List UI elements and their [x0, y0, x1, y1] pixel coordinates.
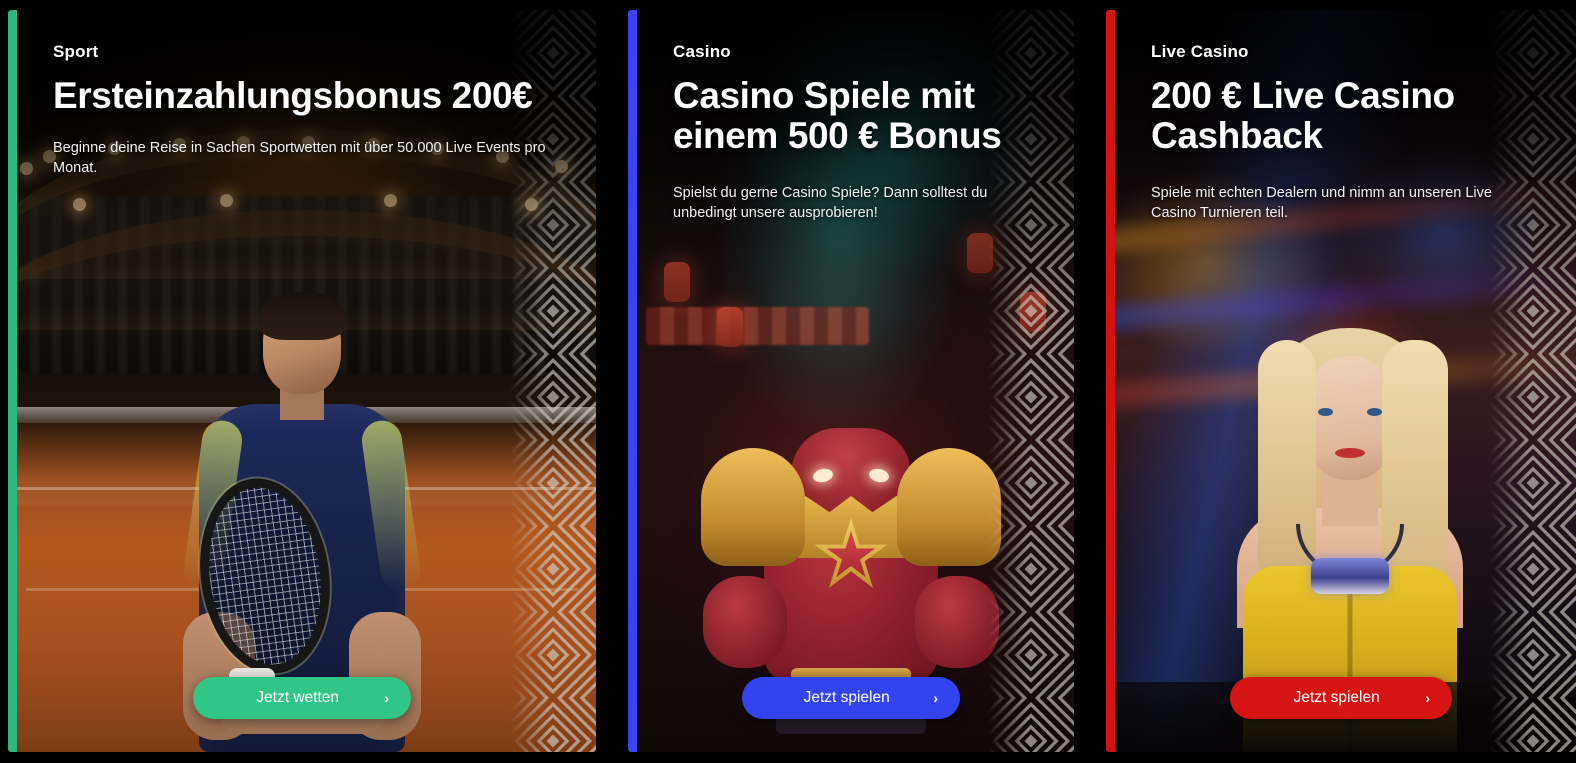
card-description: Spielst du gerne Casino Spiele? Dann sol… [673, 184, 988, 221]
card-category-label: Sport [53, 42, 99, 61]
card-content-casino: Casino Casino Spiele mit einem 500 € Bon… [628, 10, 1074, 223]
cta-label: Jetzt spielen [1293, 689, 1380, 706]
card-category-label: Live Casino [1151, 42, 1249, 61]
promo-card-live-casino[interactable]: Live Casino 200 € Live Casino Cashback S… [1106, 10, 1576, 752]
accent-bar-sport [8, 10, 17, 752]
card-category-label: Casino [673, 42, 731, 61]
promo-cards-row: Sport Ersteinzahlungsbonus 200€ Beginne … [0, 0, 1576, 763]
accent-bar-casino [628, 10, 637, 752]
cta-wrap-casino: Jetzt spielen › [628, 677, 1074, 719]
card-title: Casino Spiele mit einem 500 € Bonus [673, 75, 1002, 157]
card-title: Ersteinzahlungsbonus 200€ [53, 75, 533, 116]
card-description: Spiele mit echten Dealern und nimm an un… [1151, 184, 1492, 221]
cta-wrap-live-casino: Jetzt spielen › [1106, 677, 1576, 719]
promo-card-sport[interactable]: Sport Ersteinzahlungsbonus 200€ Beginne … [8, 10, 596, 752]
card-content-live-casino: Live Casino 200 € Live Casino Cashback S… [1106, 10, 1576, 223]
jetzt-spielen-button-casino[interactable]: Jetzt spielen › [742, 677, 960, 719]
card-description: Beginne deine Reise in Sachen Sportwette… [53, 140, 546, 177]
chevron-right-icon: › [384, 690, 389, 706]
cta-wrap-sport: Jetzt wetten › [8, 677, 596, 719]
chevron-right-icon: › [1425, 690, 1430, 706]
chevron-right-icon: › [933, 690, 938, 706]
cta-label: Jetzt spielen [803, 689, 890, 706]
card-title: 200 € Live Casino Cashback [1151, 75, 1455, 157]
cta-label: Jetzt wetten [256, 689, 340, 706]
card-content-sport: Sport Ersteinzahlungsbonus 200€ Beginne … [8, 10, 596, 178]
promo-card-casino[interactable]: Casino Casino Spiele mit einem 500 € Bon… [628, 10, 1074, 752]
jetzt-wetten-button[interactable]: Jetzt wetten › [193, 677, 411, 719]
jetzt-spielen-button-live-casino[interactable]: Jetzt spielen › [1230, 677, 1452, 719]
accent-bar-live-casino [1106, 10, 1115, 752]
